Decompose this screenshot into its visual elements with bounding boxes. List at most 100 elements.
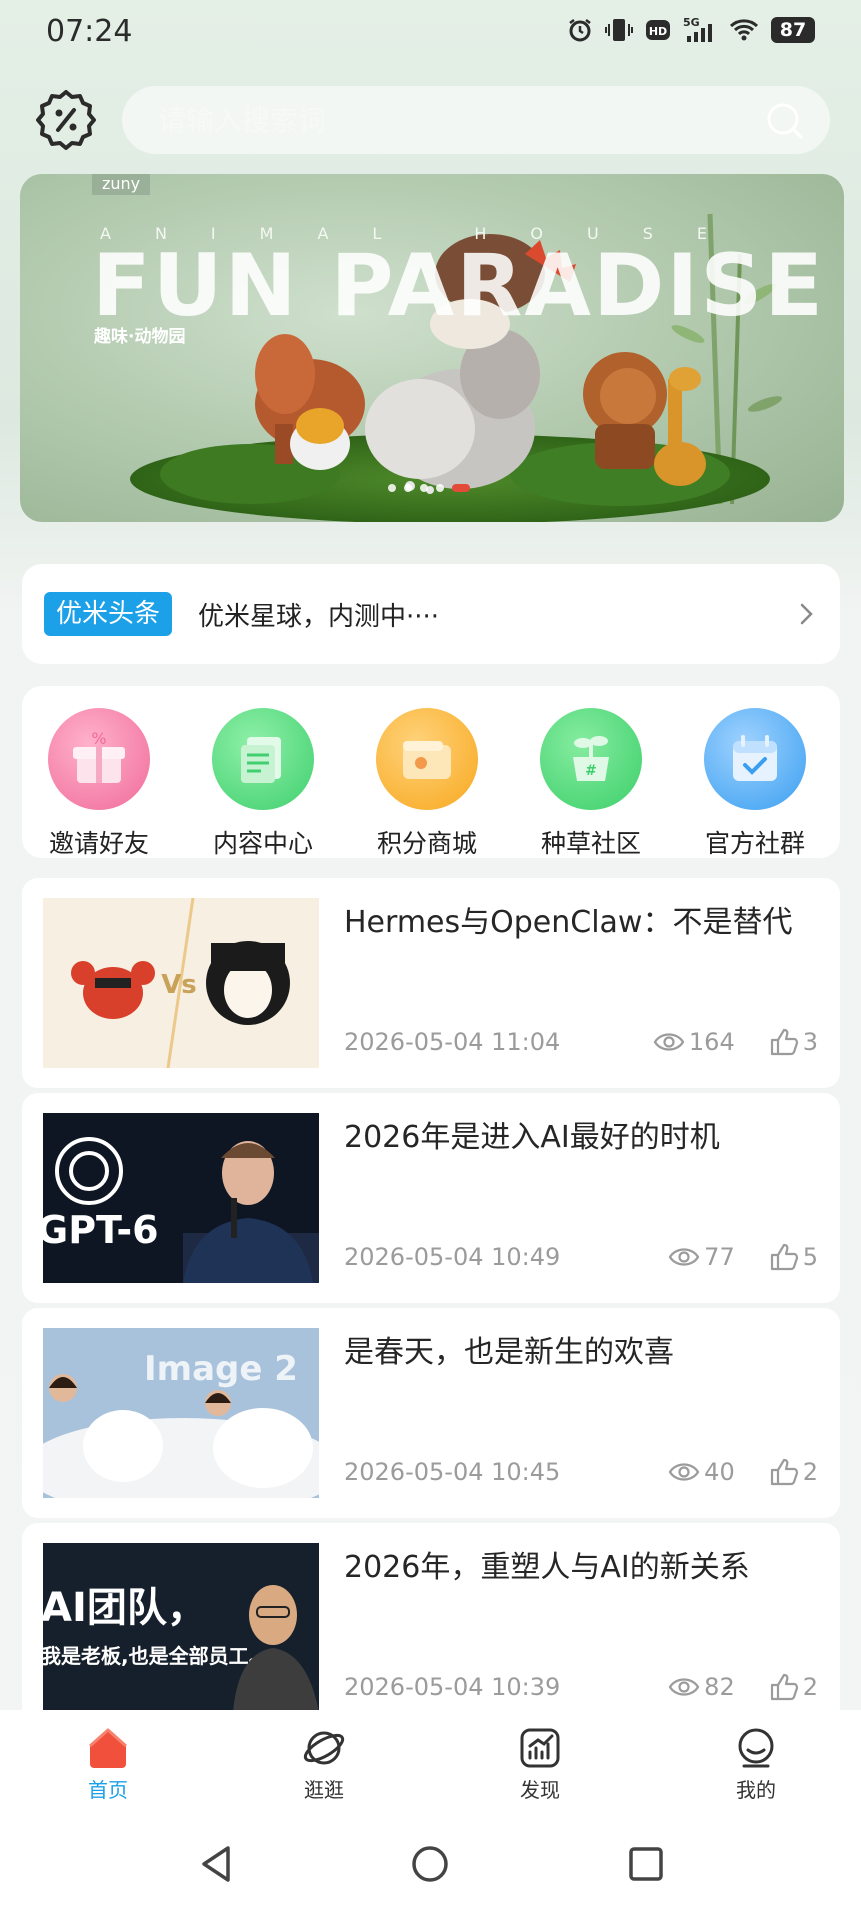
banner-title: FUN PARADISE — [92, 236, 826, 336]
article-card[interactable]: AI团队， 我是老板,也是全部员工。 2026年，重塑人与AI的新关系 2026… — [22, 1523, 840, 1733]
bottom-tab-bar: 首页 逛逛 发现 我的 — [0, 1710, 861, 1812]
svg-text:#: # — [585, 763, 597, 779]
like-count[interactable]: 3 — [769, 1028, 818, 1056]
article-thumbnail: Vs — [43, 898, 319, 1068]
wifi-icon — [729, 19, 759, 41]
banner-dot[interactable] — [404, 484, 412, 492]
view-count: 82 — [668, 1673, 735, 1701]
thumb-text: AI团队， — [43, 1585, 207, 1631]
sprout-icon: # — [540, 708, 642, 810]
status-icons: HD 5G 87 — [567, 16, 815, 44]
shortcut-grid: % 邀请好友 内容中心 积分商城 # 种草社区 官方社群 — [22, 686, 840, 858]
banner-dot-active[interactable] — [452, 484, 470, 492]
thumbs-up-icon[interactable] — [769, 1243, 799, 1271]
article-thumbnail: AI团队， 我是老板,也是全部员工。 — [43, 1543, 319, 1713]
shortcut-label: 邀请好友 — [48, 829, 149, 858]
like-count-value: 3 — [802, 1028, 818, 1056]
view-count-value: 77 — [704, 1243, 735, 1271]
shortcut-content-center[interactable]: 内容中心 — [188, 708, 338, 858]
tab-profile[interactable]: 我的 — [696, 1726, 816, 1803]
tab-browse[interactable]: 逛逛 — [264, 1726, 384, 1803]
search-icon[interactable] — [766, 102, 804, 140]
system-nav-bar — [0, 1812, 861, 1920]
article-date: 2026-05-04 10:49 — [344, 1243, 561, 1271]
article-card[interactable]: GPT-6 2026年是进入AI最好的时机 2026-05-04 10:49 7… — [22, 1093, 840, 1303]
article-stats: 164 3 — [653, 1028, 818, 1056]
shortcut-points-mall[interactable]: 积分商城 — [352, 708, 502, 858]
alarm-icon — [569, 19, 591, 42]
header — [0, 80, 861, 160]
view-count: 77 — [668, 1243, 735, 1271]
article-thumbnail: Image 2 — [43, 1328, 319, 1498]
shortcut-label: 官方社群 — [704, 829, 805, 858]
discount-badge-icon[interactable] — [34, 88, 98, 152]
like-count[interactable]: 5 — [769, 1243, 818, 1271]
shortcut-label: 积分商城 — [376, 829, 477, 858]
promo-banner[interactable]: zuny ANIMAL HOUSE FUN PARADISE 趣味·动物园 — [20, 174, 844, 522]
tab-home[interactable]: 首页 — [48, 1726, 168, 1803]
hd-label: HD — [649, 25, 667, 38]
news-ticker[interactable]: 优米头条 优米星球，内测中···· — [22, 564, 840, 664]
eye-icon — [668, 1678, 700, 1696]
banner-caption: 趣味·动物园 — [94, 327, 186, 347]
tab-discover[interactable]: 发现 — [480, 1726, 600, 1803]
network-label: 5G — [683, 16, 700, 29]
view-count: 40 — [668, 1458, 735, 1486]
ticker-tag: 优米头条 — [44, 592, 173, 636]
svg-text:%: % — [91, 729, 106, 748]
article-card[interactable]: Vs Hermes与OpenClaw：不是替代 2026-05-04 11:04… — [22, 878, 840, 1088]
view-count-value: 40 — [704, 1458, 735, 1486]
view-count-value: 82 — [704, 1673, 735, 1701]
ticker-text: 优米星球，内测中···· — [198, 602, 440, 632]
wallet-icon — [376, 708, 478, 810]
gift-icon: % — [48, 708, 150, 810]
like-count-value: 2 — [802, 1458, 818, 1486]
article-stats: 77 5 — [668, 1243, 818, 1271]
home-icon — [89, 1728, 127, 1768]
view-count: 164 — [653, 1028, 735, 1056]
article-title: 是春天，也是新生的欢喜 — [344, 1335, 674, 1370]
banner-dot[interactable] — [436, 484, 444, 492]
eye-icon — [668, 1463, 700, 1481]
hd-icon: HD — [646, 20, 670, 40]
planet-icon — [303, 1731, 345, 1765]
search-box[interactable] — [122, 86, 830, 154]
like-count[interactable]: 2 — [769, 1673, 818, 1701]
recents-icon[interactable] — [624, 1842, 668, 1886]
battery-indicator: 87 — [771, 17, 815, 43]
banner-dot[interactable] — [388, 484, 396, 492]
shortcut-label: 种草社区 — [540, 829, 641, 858]
search-input[interactable] — [158, 103, 718, 137]
eye-icon — [668, 1248, 700, 1266]
tab-label: 首页 — [88, 1778, 128, 1802]
article-date: 2026-05-04 10:39 — [344, 1673, 561, 1701]
thumbs-up-icon[interactable] — [769, 1458, 799, 1486]
like-count-value: 2 — [802, 1673, 818, 1701]
thumbs-up-icon[interactable] — [769, 1028, 799, 1056]
like-count[interactable]: 2 — [769, 1458, 818, 1486]
shortcut-invite-friends[interactable]: % 邀请好友 — [24, 708, 174, 858]
article-stats: 82 2 — [668, 1673, 818, 1701]
article-title: Hermes与OpenClaw：不是替代 — [344, 905, 793, 940]
back-icon[interactable] — [194, 1842, 238, 1886]
banner-dot[interactable] — [420, 484, 428, 492]
banner-pagination[interactable] — [388, 484, 470, 492]
home-button-icon[interactable] — [408, 1842, 452, 1886]
status-time: 07:24 — [46, 14, 133, 49]
shortcut-official-group[interactable]: 官方社群 — [680, 708, 830, 858]
chevron-right-icon[interactable] — [794, 600, 818, 628]
trend-chart-icon — [520, 1728, 560, 1768]
eye-icon — [653, 1033, 685, 1051]
article-thumbnail: GPT-6 — [43, 1113, 319, 1283]
article-date: 2026-05-04 11:04 — [344, 1028, 561, 1056]
article-card[interactable]: Image 2 是春天，也是新生的欢喜 2026-05-04 10:45 40 … — [22, 1308, 840, 1518]
banner-brand: zuny — [92, 174, 151, 195]
thumb-text-2: 我是老板,也是全部员工。 — [43, 1644, 269, 1668]
tab-label: 逛逛 — [304, 1778, 344, 1802]
thumb-text: GPT-6 — [43, 1208, 159, 1252]
status-bar: 07:24 HD 5G 87 — [0, 0, 861, 66]
article-date: 2026-05-04 10:45 — [344, 1458, 561, 1486]
article-stats: 40 2 — [668, 1458, 818, 1486]
thumbs-up-icon[interactable] — [769, 1673, 799, 1701]
shortcut-community[interactable]: # 种草社区 — [516, 708, 666, 858]
